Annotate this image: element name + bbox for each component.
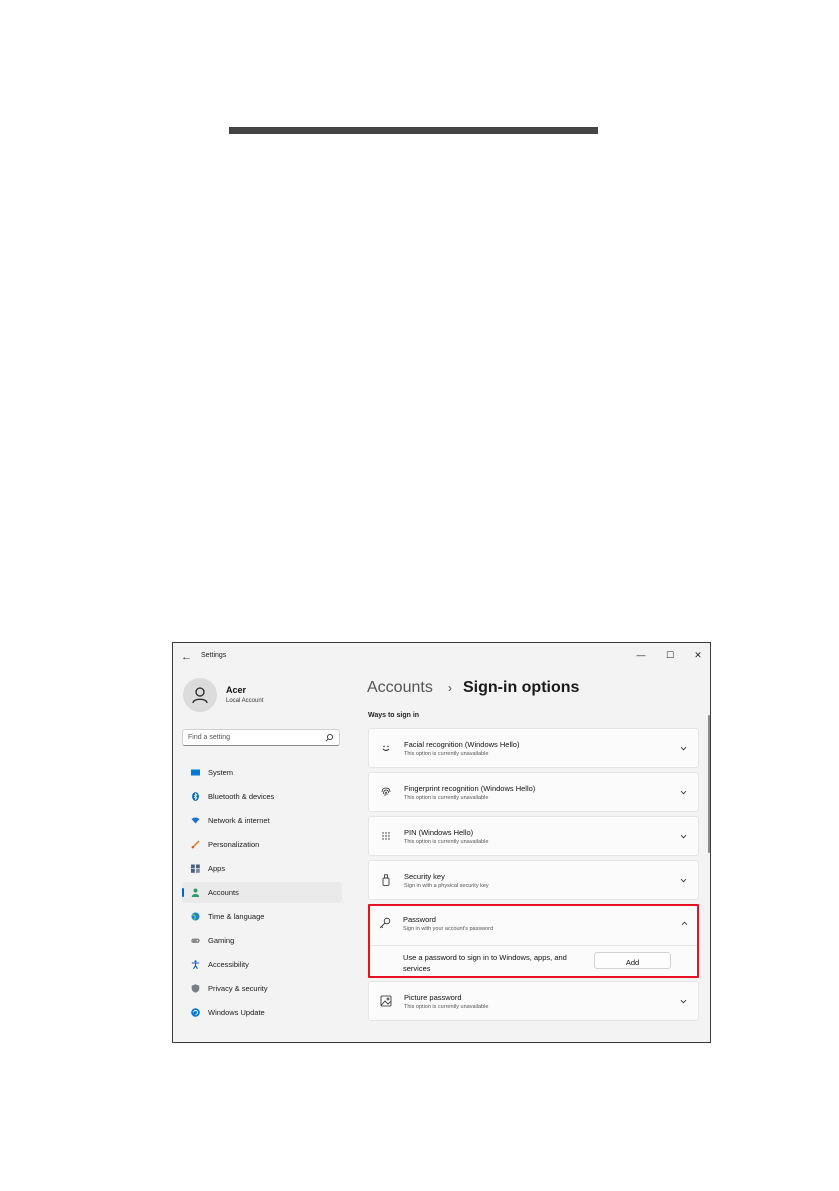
breadcrumb-separator: ›	[448, 681, 452, 695]
avatar[interactable]	[183, 678, 217, 712]
chevron-down-icon[interactable]	[679, 744, 688, 753]
sidebar-item-bluetooth[interactable]: Bluetooth & devices	[182, 786, 342, 807]
divider	[370, 945, 697, 946]
option-subtitle: This option is currently unavailable	[404, 795, 489, 801]
sidebar-item-label: Bluetooth & devices	[208, 792, 275, 801]
option-title: Fingerprint recognition (Windows Hello)	[404, 784, 536, 793]
picture-icon	[380, 995, 392, 1007]
sidebar-item-label: Accessibility	[208, 960, 249, 969]
chevron-down-icon[interactable]	[679, 832, 688, 841]
sidebar-item-privacy-security[interactable]: Privacy & security	[182, 978, 342, 999]
page-title: Sign-in options	[463, 679, 580, 696]
scrollbar[interactable]	[708, 715, 710, 853]
sidebar-item-label: Time & language	[208, 912, 265, 921]
option-title: Picture password	[404, 993, 462, 1002]
sidebar-item-label: Accounts	[208, 888, 239, 897]
sidebar-item-network[interactable]: Network & internet	[182, 810, 342, 831]
option-pin[interactable]: PIN (Windows Hello) This option is curre…	[368, 816, 699, 856]
option-title: PIN (Windows Hello)	[404, 828, 474, 837]
shield-icon	[191, 984, 200, 993]
chevron-down-icon[interactable]	[679, 997, 688, 1006]
user-name: Acer	[226, 685, 247, 695]
gamepad-icon	[191, 938, 200, 943]
option-fingerprint-recognition[interactable]: Fingerprint recognition (Windows Hello) …	[368, 772, 699, 812]
sidebar-item-label: Personalization	[208, 840, 260, 849]
sidebar-item-label: Windows Update	[208, 1008, 265, 1017]
brush-icon	[191, 840, 200, 849]
globe-icon	[191, 912, 200, 921]
close-button[interactable]: ✕	[685, 646, 710, 664]
keypad-icon	[382, 832, 390, 840]
key-icon	[379, 917, 391, 929]
sidebar-item-label: Apps	[208, 864, 226, 873]
apps-icon	[191, 864, 200, 873]
sidebar-item-windows-update[interactable]: Windows Update	[182, 1002, 342, 1023]
sidebar-item-accessibility[interactable]: Accessibility	[182, 954, 342, 975]
sidebar-item-system[interactable]: System	[182, 762, 342, 783]
usb-key-icon	[382, 874, 390, 886]
app-title: Settings	[201, 652, 227, 659]
option-subtitle: This option is currently unavailable	[404, 839, 489, 845]
sidebar-item-label: Gaming	[208, 936, 235, 945]
minimize-button[interactable]: —	[628, 646, 654, 664]
page-header-rule	[229, 127, 598, 134]
sidebar-nav: System Bluetooth & devices Network & int…	[182, 762, 342, 1026]
chevron-down-icon[interactable]	[679, 788, 688, 797]
sidebar-item-personalization[interactable]: Personalization	[182, 834, 342, 855]
bluetooth-icon	[192, 792, 199, 801]
option-subtitle: Sign in with your account's password	[403, 926, 494, 932]
sidebar-item-label: System	[208, 768, 234, 777]
option-subtitle: Sign in with a physical security key	[404, 883, 489, 889]
search-icon[interactable]	[325, 733, 334, 742]
option-security-key[interactable]: Security key Sign in with a physical sec…	[368, 860, 699, 900]
settings-window: ← Settings — ☐ ✕ Acer Local Account Find…	[172, 642, 711, 1043]
option-subtitle: This option is currently unavailable	[404, 751, 489, 757]
option-subtitle: This option is currently unavailable	[404, 1004, 489, 1010]
option-picture-password[interactable]: Picture password This option is currentl…	[368, 981, 699, 1021]
search-box[interactable]: Find a setting	[182, 729, 340, 746]
sidebar-item-accounts[interactable]: Accounts	[182, 882, 342, 903]
maximize-button[interactable]: ☐	[657, 646, 683, 664]
chevron-down-icon[interactable]	[679, 876, 688, 885]
sidebar-item-label: Privacy & security	[208, 984, 268, 993]
update-icon	[191, 1008, 200, 1017]
add-password-button[interactable]: Add	[594, 952, 671, 969]
face-icon	[382, 745, 390, 751]
option-title: Security key	[404, 872, 445, 881]
wifi-icon	[191, 817, 200, 824]
sidebar-item-label: Network & internet	[208, 816, 270, 825]
section-title: Ways to sign in	[368, 712, 420, 719]
search-input[interactable]: Find a setting	[188, 734, 230, 741]
option-title: Facial recognition (Windows Hello)	[404, 740, 520, 749]
chevron-up-icon[interactable]	[680, 919, 689, 928]
account-type: Local Account	[226, 698, 264, 704]
monitor-icon	[191, 769, 200, 776]
person-icon	[191, 888, 200, 897]
breadcrumb-parent[interactable]: Accounts	[367, 679, 433, 697]
accessibility-icon	[191, 960, 200, 969]
sidebar-item-time-language[interactable]: Time & language	[182, 906, 342, 927]
option-title: Password	[403, 915, 436, 924]
fingerprint-icon	[381, 787, 391, 797]
sidebar-item-apps[interactable]: Apps	[182, 858, 342, 879]
person-icon	[192, 687, 208, 704]
sidebar-item-gaming[interactable]: Gaming	[182, 930, 342, 951]
option-facial-recognition[interactable]: Facial recognition (Windows Hello) This …	[368, 728, 699, 768]
password-description: Use a password to sign in to Windows, ap…	[403, 953, 567, 973]
title-bar: ← Settings — ☐ ✕	[173, 643, 710, 673]
option-password[interactable]: Password Sign in with your account's pas…	[368, 904, 699, 978]
back-arrow-icon[interactable]: ←	[181, 651, 193, 663]
